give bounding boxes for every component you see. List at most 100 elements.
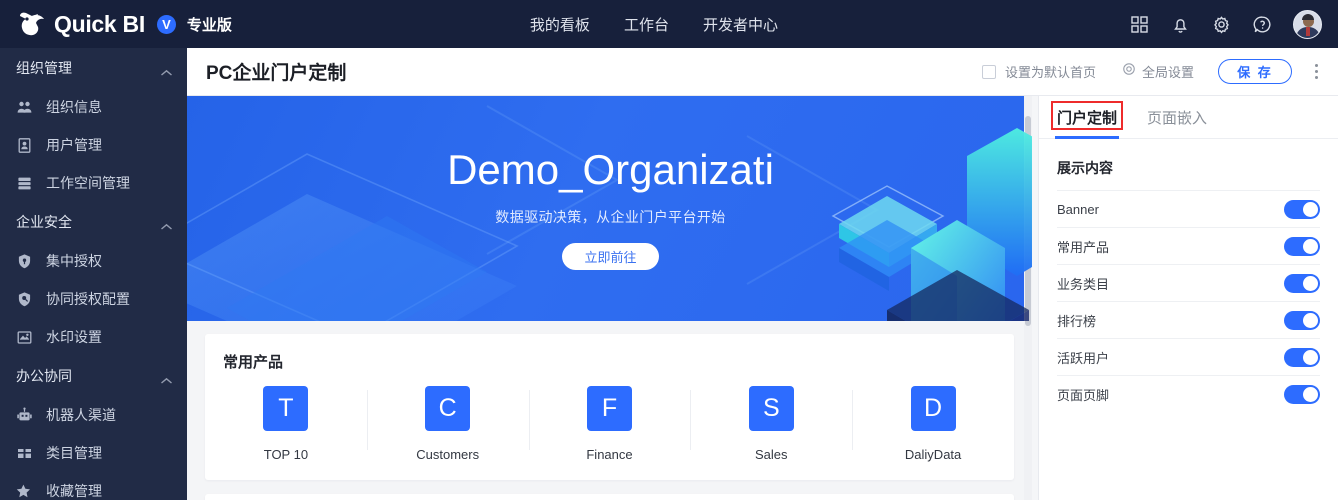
kebab-menu-icon[interactable] (1308, 63, 1324, 81)
product-name: Customers (416, 447, 480, 462)
user-manage-icon (16, 137, 33, 154)
chevron-up-icon (160, 372, 173, 384)
toggle-row-page-footer: 页面页脚 (1057, 375, 1320, 412)
sidebar-item-central-auth[interactable]: 集中授权 (0, 242, 187, 280)
toggle-row-business-categories: 业务类目 (1057, 264, 1320, 301)
banner-cta-button[interactable]: 立即前往 (562, 242, 659, 270)
sidebar-item-category-manage[interactable]: 类目管理 (0, 434, 187, 472)
active-users-toggle[interactable] (1284, 347, 1320, 367)
settings-panel: 门户定制 页面嵌入 展示内容 Banner 常用产品 业务类目 排行榜 活跃用户… (1038, 96, 1338, 500)
toggle-label: 排行榜 (1057, 313, 1097, 329)
version-badge-icon: V (156, 14, 176, 34)
sidebar-item-label: 水印设置 (46, 329, 102, 345)
toggle-row-active-users: 活跃用户 (1057, 338, 1320, 375)
banner-toggle[interactable] (1284, 199, 1320, 219)
product-item[interactable]: F Finance (528, 386, 691, 462)
logo-text: Quick BI (54, 10, 145, 37)
sidebar-group-office[interactable]: 办公协同 (0, 356, 187, 396)
save-button[interactable]: 保 存 (1218, 59, 1292, 84)
bell-notification-icon[interactable] (1170, 14, 1191, 35)
product-initial: T (263, 386, 309, 431)
top-navigation: 我的看板 工作台 开发者中心 (530, 14, 778, 35)
sidebar-item-favorites[interactable]: 收藏管理 (0, 472, 187, 500)
question-help-icon[interactable] (1252, 14, 1273, 35)
robot-icon (16, 407, 33, 424)
display-content-title: 展示内容 (1057, 160, 1113, 176)
sidebar: 组织管理 组织信息 用户管理 工作空间管理 企业安全 集中授权 协同授权配置 水… (0, 48, 187, 500)
toggle-label: Banner (1057, 201, 1099, 217)
product-initial: F (586, 386, 632, 431)
app-logo[interactable]: Quick BI V 专业版 (0, 11, 232, 37)
common-products-title: 常用产品 (223, 354, 284, 371)
product-item[interactable]: S Sales (690, 386, 852, 462)
sidebar-item-label: 类目管理 (46, 445, 102, 461)
sidebar-item-watermark[interactable]: 水印设置 (0, 318, 187, 356)
common-products-toggle[interactable] (1284, 236, 1320, 256)
sidebar-item-org-info[interactable]: 组织信息 (0, 88, 187, 126)
product-name: Sales (755, 447, 788, 462)
product-item[interactable]: C Customers (366, 386, 529, 462)
sidebar-group-label: 办公协同 (16, 368, 72, 384)
banner-title: Demo_Organizati (447, 146, 774, 194)
global-settings-label: 全局设置 (1141, 65, 1194, 80)
sidebar-item-label: 集中授权 (46, 253, 102, 269)
sidebar-item-collab-auth[interactable]: 协同授权配置 (0, 280, 187, 318)
category-icon (16, 445, 33, 462)
sidebar-item-label: 用户管理 (46, 137, 102, 153)
tab-page-embed[interactable]: 页面嵌入 (1147, 96, 1207, 139)
sidebar-group-security[interactable]: 企业安全 (0, 202, 187, 242)
page-footer-toggle[interactable] (1284, 384, 1320, 404)
target-gear-icon (1122, 62, 1136, 81)
product-initial: D (910, 386, 956, 431)
edition-label: 专业版 (186, 16, 232, 34)
business-categories-title: 业务类目 (205, 494, 1014, 500)
sidebar-item-workspace[interactable]: 工作空间管理 (0, 164, 187, 202)
product-name: TOP 10 (263, 447, 309, 462)
shield-key-icon (16, 253, 33, 270)
gear-settings-icon[interactable] (1211, 14, 1232, 35)
product-item[interactable]: T TOP 10 (205, 386, 367, 462)
sidebar-item-label: 组织信息 (46, 99, 102, 115)
product-item[interactable]: D DaliyData (852, 386, 1014, 462)
topnav-item-developer[interactable]: 开发者中心 (703, 14, 778, 35)
tab-label: 门户定制 (1057, 109, 1118, 127)
page-header: PC企业门户定制 设置为默认首页 全局设置 保 存 (187, 48, 1338, 96)
panel-tabs: 门户定制 页面嵌入 (1039, 96, 1338, 139)
ranking-toggle[interactable] (1284, 310, 1320, 330)
topnav-item-workbench[interactable]: 工作台 (624, 14, 669, 35)
banner-subtitle: 数据驱动决策，从企业门户平台开始 (495, 208, 726, 225)
portal-preview-area: Demo_Organizati 数据驱动决策，从企业门户平台开始 立即前往 常用… (187, 96, 1032, 500)
business-categories-toggle[interactable] (1284, 273, 1320, 293)
page-header-actions: 设置为默认首页 全局设置 保 存 (981, 59, 1338, 84)
top-icon-group (1129, 0, 1322, 48)
sidebar-item-user-manage[interactable]: 用户管理 (0, 126, 187, 164)
product-name: Finance (586, 447, 633, 462)
checkbox-box-icon (981, 64, 996, 79)
toggle-label: 业务类目 (1057, 276, 1110, 292)
product-initial: C (425, 386, 471, 431)
business-categories-card: 业务类目 (205, 494, 1014, 500)
sidebar-item-label: 收藏管理 (46, 483, 102, 499)
toggle-row-banner: Banner (1057, 190, 1320, 227)
sidebar-item-robot-channel[interactable]: 机器人渠道 (0, 396, 187, 434)
toggle-label: 常用产品 (1057, 239, 1110, 255)
toggle-row-common-products: 常用产品 (1057, 227, 1320, 264)
topnav-item-dashboard[interactable]: 我的看板 (530, 14, 590, 35)
org-info-icon (16, 99, 33, 116)
sidebar-item-label: 工作空间管理 (46, 175, 130, 191)
toggle-label: 活跃用户 (1057, 350, 1110, 366)
global-settings-button[interactable]: 全局设置 (1122, 62, 1194, 81)
user-avatar[interactable] (1293, 9, 1322, 39)
sidebar-group-org[interactable]: 组织管理 (0, 48, 187, 88)
set-default-home-label: 设置为默认首页 (1004, 65, 1096, 80)
star-icon (16, 483, 33, 500)
apps-grid-icon[interactable] (1129, 14, 1150, 35)
toggle-label: 页面页脚 (1057, 387, 1110, 403)
bird-logo-icon (18, 11, 46, 37)
watermark-icon (16, 329, 33, 346)
set-default-home-checkbox[interactable]: 设置为默认首页 (981, 62, 1096, 81)
sidebar-item-label: 机器人渠道 (46, 407, 116, 423)
tab-portal-custom[interactable]: 门户定制 (1051, 96, 1124, 139)
sidebar-group-label: 组织管理 (16, 60, 72, 76)
product-name: DaliyData (904, 447, 962, 462)
